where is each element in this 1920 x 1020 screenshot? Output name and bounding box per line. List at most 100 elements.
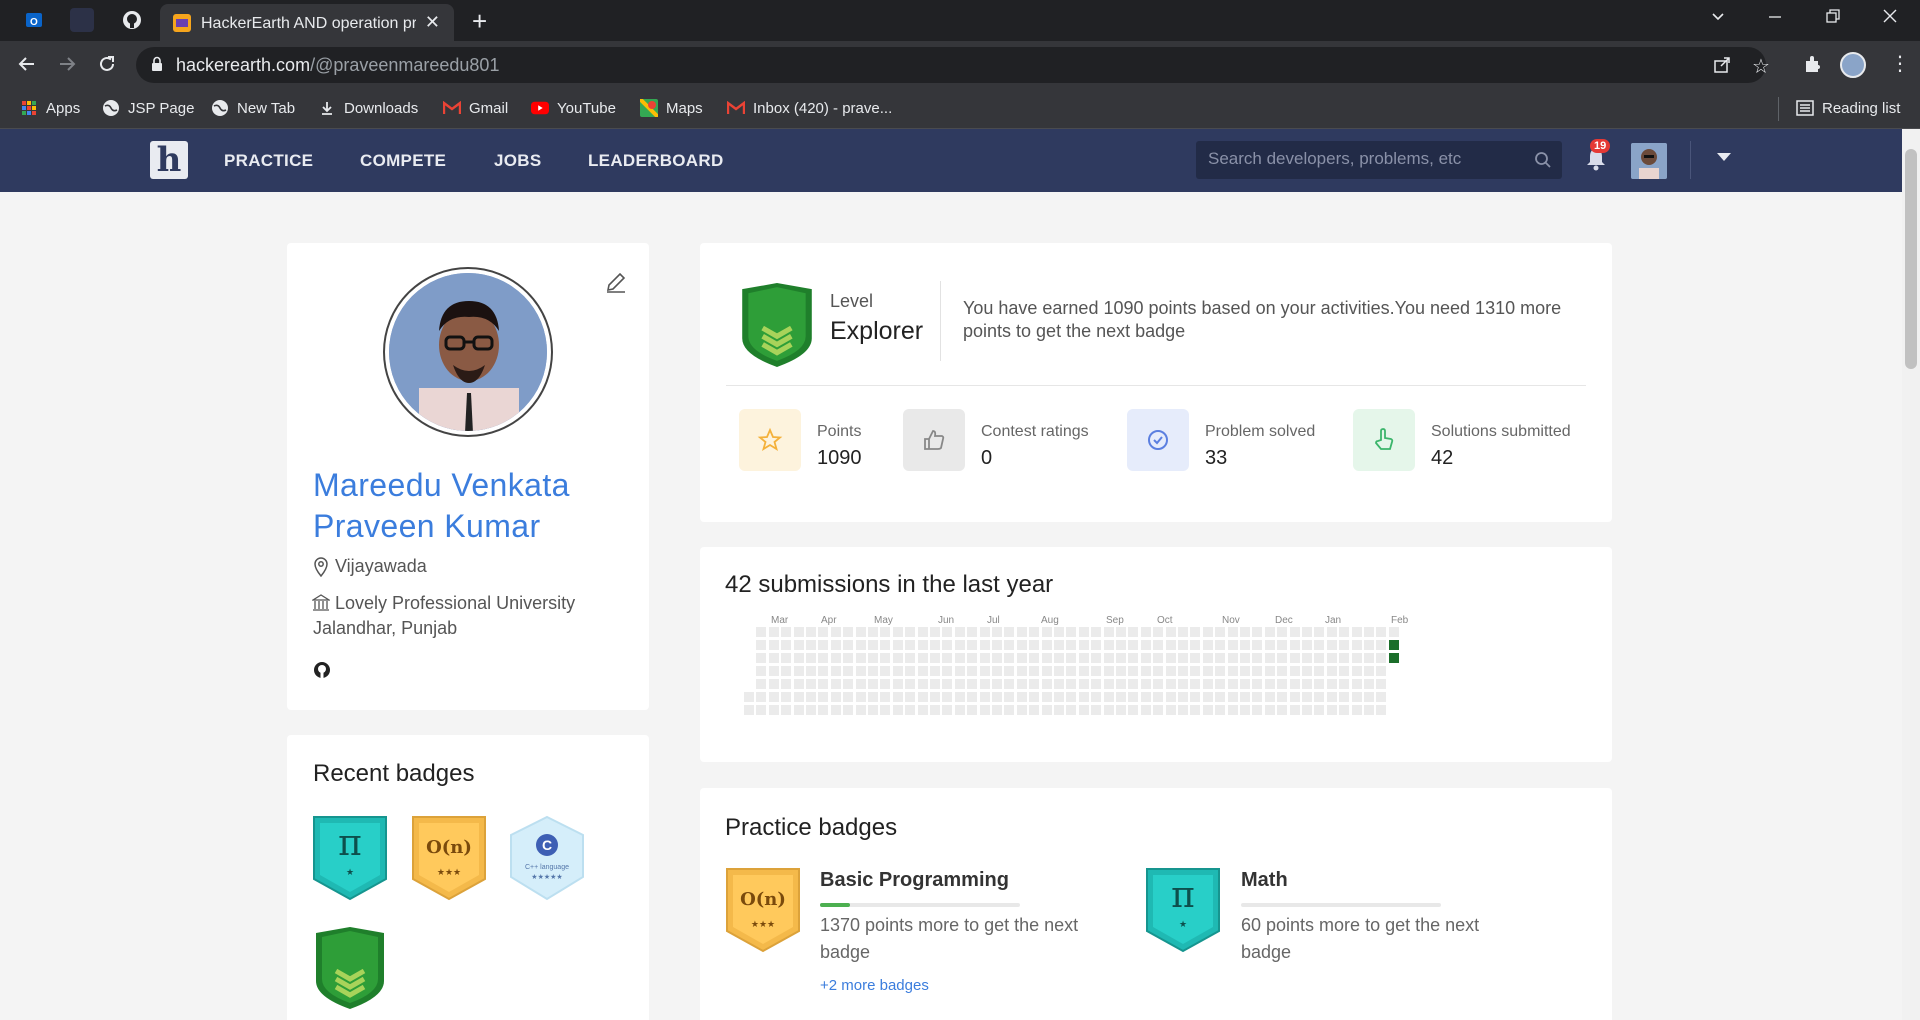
heatmap-cell [1215,705,1226,715]
heatmap-cell [1215,627,1226,637]
practice-badge-title[interactable]: Math [1241,869,1288,892]
heatmap-cell [917,666,928,676]
profile-name: Mareedu Venkata Praveen Kumar [313,467,570,544]
active-tab[interactable]: HackerEarth AND operation prob ✕ [160,4,454,41]
heatmap-cell [1190,692,1201,702]
pinned-tab-icon[interactable] [70,8,94,32]
heatmap-cell [756,666,767,676]
search-icon[interactable] [1534,151,1552,174]
bookmark-downloads[interactable]: Downloads [318,99,418,117]
bookmark-gmail[interactable]: Gmail [443,99,508,117]
heatmap-cell [1388,640,1399,650]
back-icon[interactable] [16,53,38,81]
minimize-icon[interactable] [1767,8,1783,29]
heatmap-cell [1264,666,1275,676]
github-tab-icon[interactable] [120,8,144,32]
heatmap-cell [868,653,878,663]
practice-badge-title[interactable]: Basic Programming [820,869,1009,892]
heatmap-cell [1289,692,1300,702]
heatmap-cell [892,692,903,702]
extensions-icon[interactable] [1802,54,1822,79]
badge-stars: ★ [1178,919,1188,929]
heatmap-cell [1054,627,1064,637]
share-icon[interactable] [1712,55,1732,80]
forward-icon[interactable] [56,53,78,81]
heatmap-cell [1153,627,1164,637]
github-icon[interactable] [313,661,331,679]
heatmap-cell [1153,692,1164,702]
heatmap-cell [855,627,866,637]
submissions-card: 42 submissions in the last year Mar Apr Ma… [700,547,1612,762]
heatmap-cell [1091,666,1102,676]
restore-icon[interactable] [1825,8,1841,29]
outlook-tab-icon[interactable]: O [22,8,46,32]
bookmark-maps[interactable]: Maps [640,99,703,117]
badge-math[interactable]: π ★ [312,815,388,901]
heatmap-cell [818,705,829,715]
nav-jobs[interactable]: JOBS [494,151,542,171]
heatmap-cell [1339,679,1350,689]
heatmap-cell [1004,666,1015,676]
badge-basic-programming[interactable]: O(n) ★★★ [411,815,487,901]
reload-icon[interactable] [96,53,118,81]
bookmark-label: Downloads [344,99,419,117]
nav-practice[interactable]: PRACTICE [224,151,313,171]
heatmap-cell [1302,640,1312,650]
bookmark-star-icon[interactable]: ☆ [1752,54,1770,79]
heatmap-cell [992,666,1002,676]
user-avatar[interactable] [1631,143,1667,179]
heatmap-cell [1016,705,1027,715]
menu-kebab-icon[interactable]: ⋮ [1890,51,1910,76]
more-badges-link[interactable]: +2 more badges [820,977,929,994]
bookmark-label: Gmail [469,99,509,117]
heatmap-cell [1364,679,1374,689]
omnibox[interactable]: hackerearth.com/@praveenmareedu801 ☆ [136,47,1770,83]
scrollbar-thumb[interactable] [1905,149,1917,369]
bookmark-inbox[interactable]: Inbox (420) - prave... [727,99,892,117]
heatmap-cell [1227,692,1238,702]
reading-list-button[interactable]: Reading list [1796,99,1900,117]
heatmap-cell [818,627,829,637]
profile-card: Mareedu Venkata Praveen Kumar Vijayawada… [287,243,649,710]
site-search-input[interactable] [1208,149,1528,169]
heatmap-cell [1165,627,1176,637]
badge-level-explorer[interactable] [312,925,388,1011]
nav-compete[interactable]: COMPETE [360,151,446,171]
profile-avatar-icon[interactable] [1840,52,1866,78]
heatmap-cell [1277,666,1288,676]
heatmap-cell [1190,627,1201,637]
tab-search-icon[interactable] [1710,8,1726,29]
edit-profile-icon[interactable] [605,271,627,293]
heatmap-cell [768,640,779,650]
bookmark-jsp-page[interactable]: JSP Page [102,99,194,117]
heatmap-cell [1289,705,1300,715]
heatmap-cell [1103,705,1114,715]
heatmap-cell [1066,679,1077,689]
hackerearth-logo[interactable]: h [150,140,188,180]
heatmap-cell [1326,653,1337,663]
heatmap-cell [917,653,928,663]
page-scrollbar[interactable] [1902,129,1920,1020]
heatmap-cell [843,653,854,663]
heatmap-cell [1103,666,1114,676]
bookmark-apps[interactable]: Apps [20,99,80,117]
user-menu-caret-icon[interactable] [1716,149,1732,167]
bookmark-new-tab[interactable]: New Tab [211,99,295,117]
heatmap-cell [1351,627,1362,637]
badge-cpp-language[interactable]: C C++ language ★★★★★ [509,815,585,901]
heatmap-cell [880,692,891,702]
bookmark-youtube[interactable]: YouTube [531,99,616,117]
bookmark-label: YouTube [557,99,616,117]
heatmap-cell [979,705,990,715]
tab-close-icon[interactable]: ✕ [425,12,440,33]
heatmap-cell [1116,653,1126,663]
gmail-icon [443,99,461,117]
hackerearth-favicon-icon [170,11,194,35]
nav-divider [1690,141,1691,179]
stat-label: Contest ratings [981,423,1089,440]
heatmap-cell [1252,640,1263,650]
nav-leaderboard[interactable]: LEADERBOARD [588,151,724,171]
close-window-icon[interactable] [1882,8,1898,29]
heatmap-cell [1326,679,1337,689]
new-tab-button[interactable]: + [472,6,487,37]
